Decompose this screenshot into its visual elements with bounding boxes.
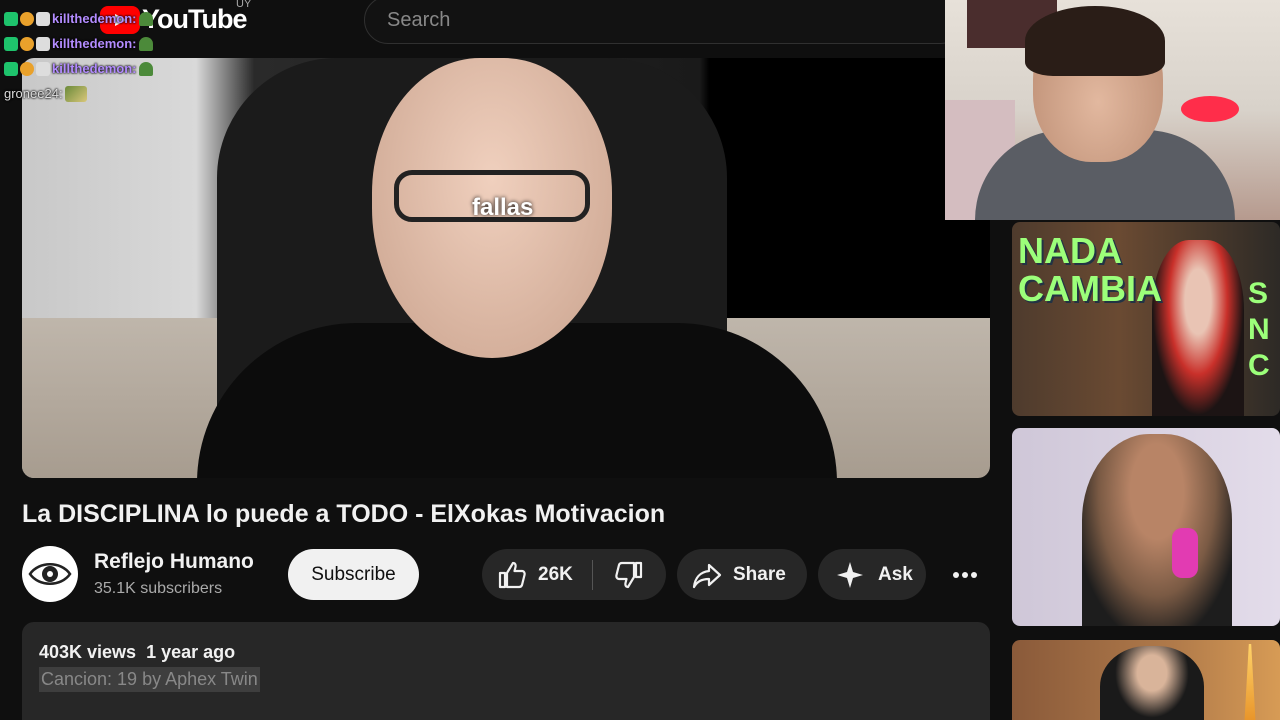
badge-icon bbox=[4, 61, 18, 76]
badge-icon bbox=[36, 11, 50, 26]
card-thumbnail-person bbox=[1100, 646, 1204, 720]
chat-message: killthedemon: bbox=[4, 31, 153, 56]
video-caption: fallas bbox=[472, 194, 534, 221]
webcam-pillow bbox=[1181, 96, 1239, 122]
badge-icon bbox=[20, 36, 34, 51]
chat-username: killthedemon: bbox=[52, 36, 137, 51]
logo-text: YouTube bbox=[142, 4, 247, 34]
country-code: UY bbox=[236, 0, 252, 10]
thumbnail-text-line: CAMBIA bbox=[1018, 268, 1162, 309]
channel-avatar[interactable] bbox=[22, 546, 78, 602]
sparkle-icon bbox=[837, 561, 863, 588]
thumbnail-text-line: N bbox=[1248, 313, 1270, 346]
badge-icon bbox=[4, 36, 18, 51]
chat-username: killthedemon: bbox=[52, 61, 137, 76]
search-placeholder: Search bbox=[387, 8, 451, 31]
thumbs-up-icon bbox=[498, 561, 526, 588]
microphone-icon bbox=[1172, 528, 1198, 578]
thumbnail-text-right: S N C bbox=[1248, 276, 1270, 384]
upload-date: 1 year ago bbox=[146, 642, 236, 662]
share-label: Share bbox=[733, 563, 786, 585]
video-title: La DISCIPLINA lo puede a TODO - ElXokas … bbox=[22, 500, 666, 528]
ask-label: Ask bbox=[878, 563, 913, 585]
badge-icon bbox=[36, 61, 50, 76]
eye-icon bbox=[28, 563, 72, 585]
more-horizontal-icon bbox=[952, 571, 977, 578]
chat-message: gronee24: bbox=[4, 81, 153, 106]
thumbnail-text-line: C bbox=[1248, 349, 1270, 382]
video-player[interactable]: fallas bbox=[22, 58, 990, 478]
recommended-video-card[interactable]: NADA CAMBIA S N C bbox=[1012, 222, 1280, 416]
like-button[interactable]: 26K bbox=[482, 549, 592, 600]
search-input[interactable]: Search bbox=[364, 0, 964, 44]
emote-icon bbox=[138, 36, 153, 51]
chat-username: gronee24: bbox=[4, 86, 63, 101]
emote-icon bbox=[64, 85, 87, 102]
webcam-person-hair bbox=[1025, 6, 1165, 76]
channel-name[interactable]: Reflejo Humano bbox=[94, 550, 254, 574]
share-button[interactable]: Share bbox=[677, 549, 807, 600]
badge-icon bbox=[20, 61, 34, 76]
recommended-video-card[interactable] bbox=[1012, 428, 1280, 626]
eiffel-tower-icon bbox=[1244, 644, 1256, 720]
chat-username: killthedemon: bbox=[52, 11, 137, 26]
share-icon bbox=[692, 563, 722, 588]
badge-icon bbox=[20, 11, 34, 26]
recommended-video-card[interactable] bbox=[1012, 640, 1280, 720]
card-thumbnail-person bbox=[1082, 434, 1232, 626]
badge-icon bbox=[36, 36, 50, 51]
thumbnail-text: NADA CAMBIA bbox=[1018, 232, 1162, 308]
chat-message: killthedemon: bbox=[4, 6, 153, 31]
description-box[interactable]: 403K views 1 year ago Cancion: 19 by Aphe… bbox=[22, 622, 990, 720]
view-count: 403K views bbox=[39, 642, 137, 662]
stream-chat-overlay: killthedemon: killthedemon: killthedemon… bbox=[4, 6, 153, 106]
like-dislike-group: 26K bbox=[482, 549, 666, 600]
description-text: Cancion: 19 by Aphex Twin bbox=[39, 667, 260, 692]
card-thumbnail-person bbox=[1152, 240, 1244, 416]
video-stats: 403K views 1 year ago bbox=[39, 642, 245, 663]
subscribe-button[interactable]: Subscribe bbox=[288, 549, 419, 600]
dislike-button[interactable] bbox=[593, 549, 665, 600]
streamer-webcam bbox=[945, 0, 1280, 220]
badge-icon bbox=[4, 11, 18, 26]
like-count: 26K bbox=[538, 563, 573, 585]
more-actions-button[interactable] bbox=[939, 549, 990, 600]
chat-message: killthedemon: bbox=[4, 56, 153, 81]
thumbs-down-icon bbox=[615, 561, 643, 588]
thumbnail-text-line: NADA bbox=[1018, 230, 1122, 271]
subscriber-count: 35.1K subscribers bbox=[94, 580, 223, 597]
emote-icon bbox=[138, 61, 153, 76]
ask-button[interactable]: Ask bbox=[818, 549, 926, 600]
emote-icon bbox=[138, 11, 153, 26]
thumbnail-text-line: S bbox=[1248, 277, 1269, 310]
